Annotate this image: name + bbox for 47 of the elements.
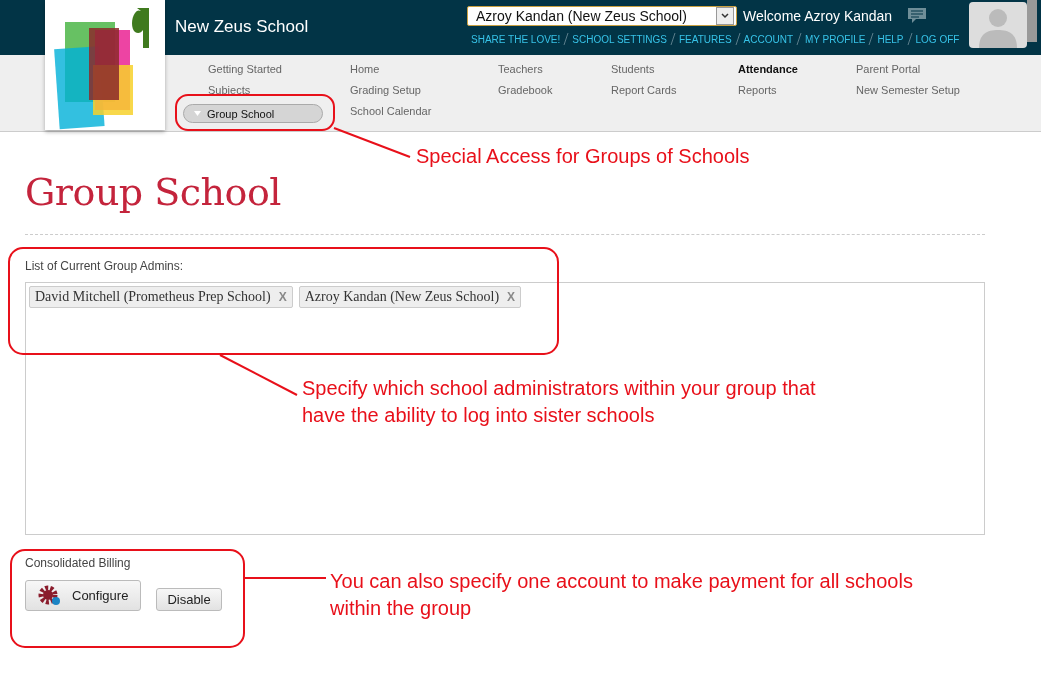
header-link[interactable]: SCHOOL SETTINGS: [572, 33, 667, 45]
admins-label: List of Current Group Admins:: [25, 259, 185, 273]
annotation-text: Special Access for Groups of Schools: [416, 144, 751, 169]
slash-divider-icon: [734, 32, 741, 46]
annotation-text: Specify which school administrators within your group that have the ability to log into sister schools: [302, 376, 817, 428]
remove-tag-button[interactable]: X: [507, 290, 516, 304]
slash-divider-icon: [563, 32, 570, 46]
admin-name: David Mitchell (Prometheus Prep School): [35, 289, 271, 305]
slash-divider-icon: [796, 32, 802, 46]
account-select[interactable]: Azroy Kandan (New Zeus School): [467, 6, 737, 26]
avatar-placeholder: [969, 2, 1028, 48]
slash-divider-icon: [906, 32, 913, 46]
nav-link[interactable]: Subjects: [208, 83, 350, 104]
nav-link[interactable]: Gradebook: [498, 83, 611, 104]
nav-link[interactable]: Home: [350, 62, 498, 83]
disable-button[interactable]: Disable: [156, 588, 222, 611]
nav-link[interactable]: School Calendar: [350, 104, 498, 125]
school-name: New Zeus School: [175, 17, 310, 37]
nav-link[interactable]: Getting Started: [208, 62, 350, 83]
annotation-text: You can also specify one account to make payment for all schools within the group: [330, 569, 914, 621]
nav-link[interactable]: Report Cards: [611, 83, 738, 104]
header-link[interactable]: ACCOUNT: [743, 33, 793, 45]
nav-link[interactable]: Grading Setup: [350, 83, 498, 104]
nav-link[interactable]: Parent Portal: [856, 62, 1016, 83]
nav-link[interactable]: Reports: [738, 83, 856, 104]
nav-link[interactable]: Teachers: [498, 62, 611, 83]
nav-pill[interactable]: Group School: [183, 104, 323, 123]
admin-name: Azroy Kandan (New Zeus School): [304, 289, 500, 305]
nav-link[interactable]: Students: [611, 62, 738, 83]
billing-label: Consolidated Billing: [25, 556, 132, 570]
page-title: Group School: [25, 170, 282, 214]
header-link[interactable]: HELP: [877, 33, 904, 45]
gear-icon: [38, 584, 62, 607]
nav-link[interactable]: Attendance: [738, 62, 856, 83]
caret-icon: [716, 7, 734, 25]
remove-tag-button[interactable]: X: [278, 290, 287, 304]
header-link[interactable]: SHARE THE LOVE!: [471, 33, 561, 45]
header-link[interactable]: FEATURES: [678, 33, 732, 45]
welcome-text: Welcome Azroy Kandan: [743, 8, 893, 24]
configure-button[interactable]: Configure: [25, 580, 142, 611]
header-link[interactable]: MY PROFILE: [805, 33, 866, 45]
chat-bubble-icon[interactable]: [908, 8, 927, 24]
nav-link[interactable]: New Semester Setup: [856, 83, 1016, 104]
slash-divider-icon: [868, 32, 875, 46]
triangle-icon: [194, 111, 201, 116]
header-link[interactable]: LOG OFF: [915, 33, 960, 45]
slash-divider-icon: [669, 32, 676, 46]
